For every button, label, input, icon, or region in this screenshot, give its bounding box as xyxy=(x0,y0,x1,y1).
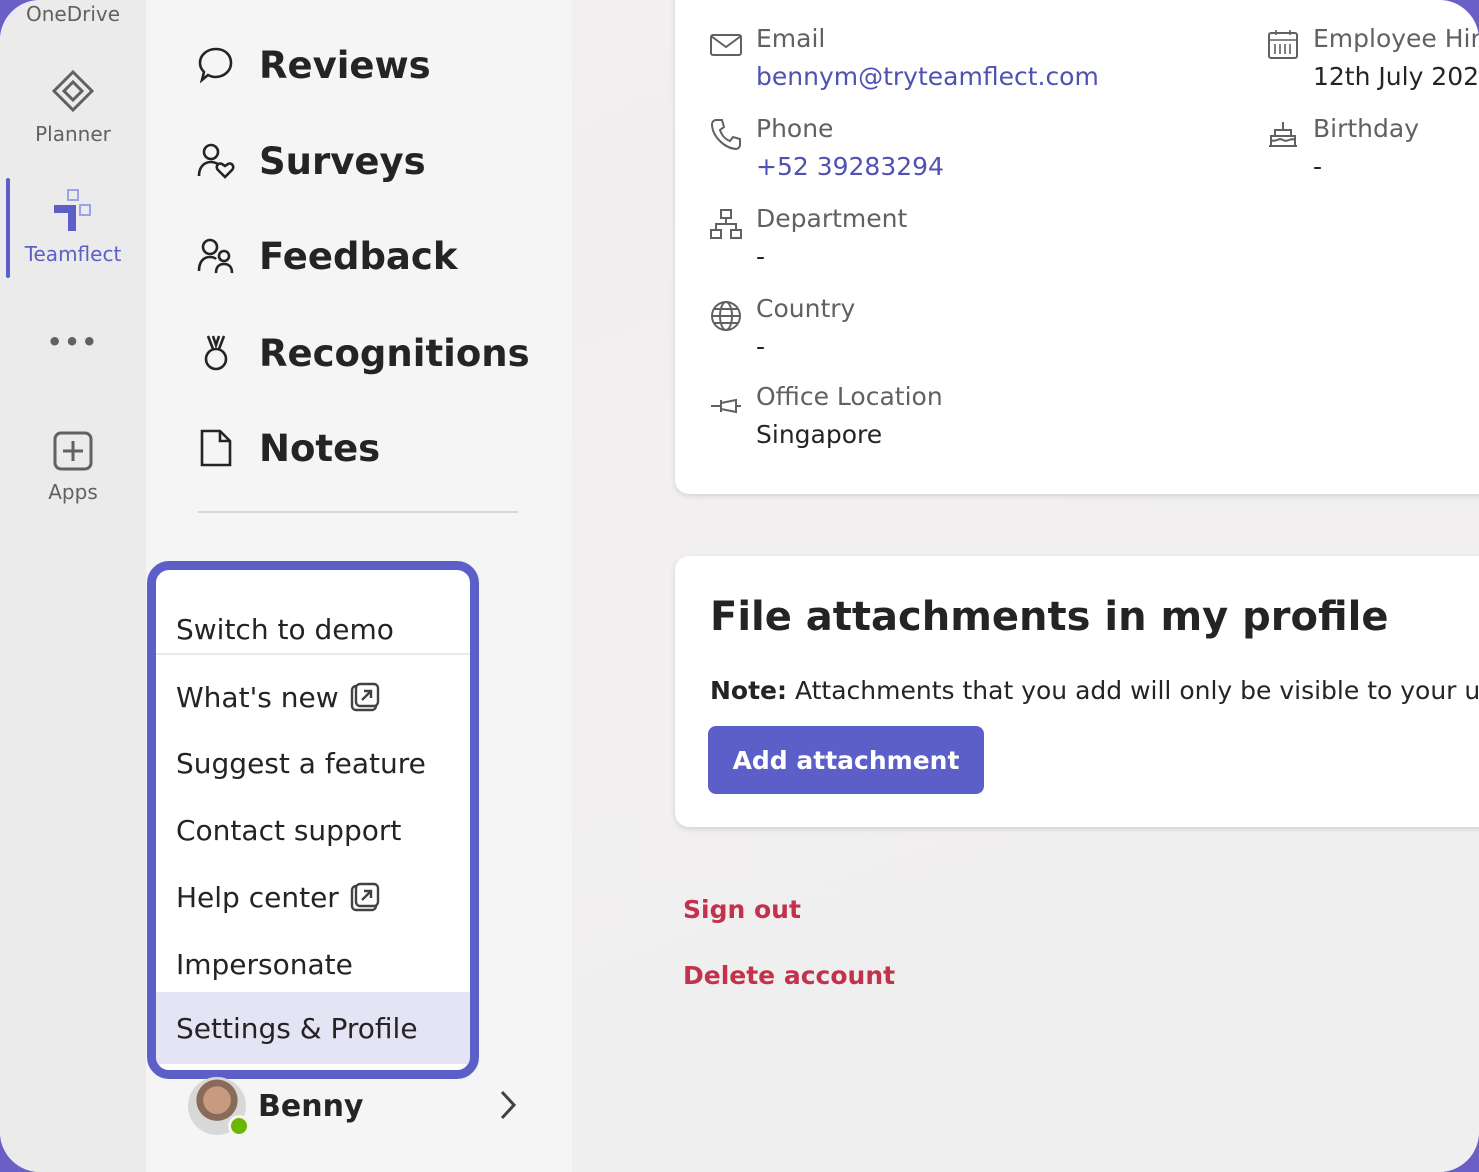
menu-item-whats-new[interactable]: What's new xyxy=(156,666,470,728)
field-label: Birthday xyxy=(1313,114,1420,143)
calendar-icon xyxy=(1268,30,1298,59)
user-name: Benny xyxy=(258,1088,364,1124)
open-external-icon xyxy=(349,681,381,713)
field-value: 12th July 2021 xyxy=(1313,62,1479,91)
pin-icon xyxy=(711,398,741,414)
people-icon xyxy=(197,238,234,274)
file-attachments-title: File attachments in my profile xyxy=(710,594,1389,640)
field-label: Department xyxy=(756,204,908,233)
presence-available-icon xyxy=(228,1115,250,1137)
app-rail: OneDrive Planner Teamflect ••• Apps xyxy=(0,0,146,1172)
field-label: Phone xyxy=(756,114,834,143)
note-label: Note: xyxy=(710,676,788,705)
apps-plus-icon xyxy=(53,431,93,471)
teams-window: OneDrive Planner Teamflect ••• Apps Revi… xyxy=(0,0,1479,1172)
main-content: Email bennym@tryteamflect.com Phone +52 … xyxy=(572,0,1479,1172)
field-value: Singapore xyxy=(756,420,883,449)
menu-item-label: Contact support xyxy=(176,813,402,847)
nav-label: Surveys xyxy=(259,139,426,183)
mail-icon xyxy=(710,34,742,56)
phone-icon xyxy=(710,119,741,151)
field-label: Employee Hire xyxy=(1313,24,1479,53)
rail-item-teamflect[interactable]: Teamflect xyxy=(0,188,146,266)
menu-item-help-center[interactable]: Help center xyxy=(156,866,470,928)
rail-label-teamflect: Teamflect xyxy=(24,242,122,266)
menu-item-switch-to-demo[interactable]: Switch to demo xyxy=(156,598,470,660)
menu-item-suggest-a-feature[interactable]: Suggest a feature xyxy=(156,732,470,794)
nav-item-reviews[interactable]: Reviews xyxy=(196,37,431,93)
person-heart-icon xyxy=(197,143,235,179)
email-link[interactable]: bennym@tryteamflect.com xyxy=(756,62,1099,91)
planner-icon xyxy=(51,69,95,113)
rail-label-onedrive: OneDrive xyxy=(25,2,121,26)
medal-icon xyxy=(204,335,228,371)
file-attachments-card: File attachments in my profile Note: Att… xyxy=(675,556,1479,827)
profile-info-card: Email bennym@tryteamflect.com Phone +52 … xyxy=(675,0,1479,494)
field-label: Email xyxy=(756,24,826,53)
rail-item-onedrive[interactable]: OneDrive xyxy=(0,2,146,26)
open-external-icon xyxy=(349,881,381,913)
nav-label: Recognitions xyxy=(259,331,530,375)
field-label: Office Location xyxy=(756,382,943,411)
sign-out-link[interactable]: Sign out xyxy=(683,895,801,924)
document-icon xyxy=(200,429,232,467)
menu-item-impersonate[interactable]: Impersonate xyxy=(156,933,470,995)
field-value: - xyxy=(1313,152,1323,181)
note-text: Attachments that you add will only be vi… xyxy=(794,676,1479,705)
chat-bubble-icon xyxy=(198,47,233,84)
more-icon: ••• xyxy=(46,328,100,356)
menu-item-label: Switch to demo xyxy=(176,612,394,646)
menu-item-label: Help center xyxy=(176,880,339,914)
nav-label: Notes xyxy=(259,426,381,470)
settings-popup-menu: Switch to demo What's new Suggest a feat… xyxy=(147,561,479,1079)
teamflect-icon xyxy=(54,189,91,231)
nav-item-surveys[interactable]: Surveys xyxy=(196,133,426,189)
rail-label-apps: Apps xyxy=(48,480,98,504)
field-label: Country xyxy=(756,294,856,323)
nav-item-notes[interactable]: Notes xyxy=(196,420,380,476)
rail-item-planner[interactable]: Planner xyxy=(0,68,146,146)
menu-item-contact-support[interactable]: Contact support xyxy=(156,799,470,861)
menu-item-label: Impersonate xyxy=(176,947,353,981)
chevron-right-icon xyxy=(500,1090,517,1120)
org-chart-icon xyxy=(710,209,742,239)
menu-item-settings-profile[interactable]: Settings & Profile xyxy=(156,992,470,1064)
menu-item-label: Settings & Profile xyxy=(176,1011,418,1045)
add-attachment-button[interactable]: Add attachment xyxy=(708,726,984,794)
rail-item-apps[interactable]: Apps xyxy=(0,430,146,504)
menu-item-label: Suggest a feature xyxy=(176,746,426,780)
nav-label: Feedback xyxy=(259,234,458,278)
phone-link[interactable]: +52 39283294 xyxy=(756,152,944,181)
nav-item-feedback[interactable]: Feedback xyxy=(196,228,457,284)
file-attachments-note: Note: Attachments that you add will only… xyxy=(710,676,1479,705)
delete-account-link[interactable]: Delete account xyxy=(683,961,895,990)
user-account-button[interactable]: Benny xyxy=(188,1076,528,1137)
globe-icon xyxy=(711,301,741,331)
nav-item-recognitions[interactable]: Recognitions xyxy=(196,325,530,381)
field-value: - xyxy=(756,332,766,361)
nav-label: Reviews xyxy=(259,43,431,87)
rail-label-planner: Planner xyxy=(35,122,111,146)
field-value: - xyxy=(756,242,766,271)
menu-item-label: What's new xyxy=(176,680,339,714)
nav-divider xyxy=(198,511,518,513)
cake-icon xyxy=(1269,122,1297,147)
menu-separator xyxy=(156,653,470,655)
avatar xyxy=(188,1077,250,1137)
rail-more-button[interactable]: ••• xyxy=(0,328,146,356)
